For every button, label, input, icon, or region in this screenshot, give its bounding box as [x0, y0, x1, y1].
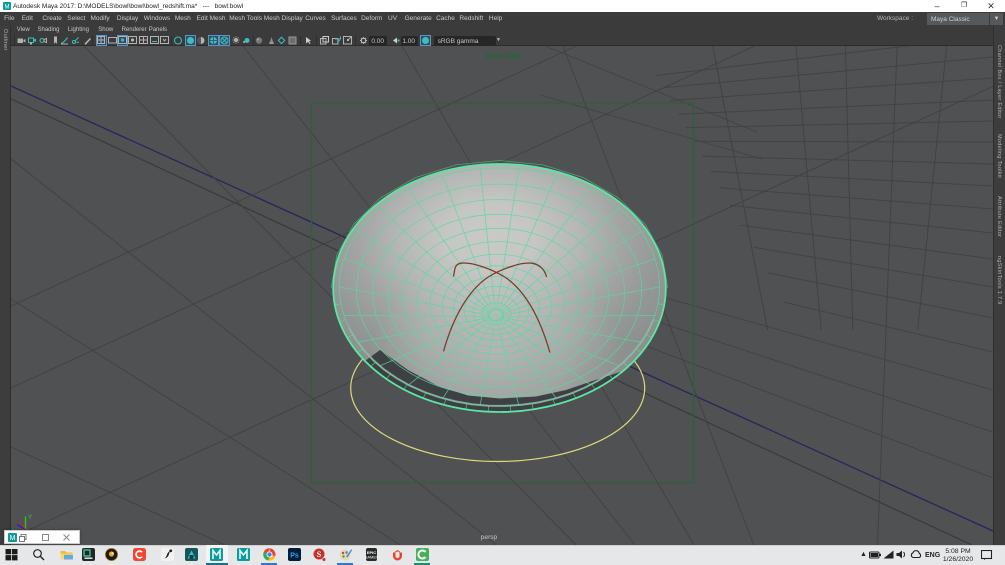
svg-text:Ps: Ps [290, 553, 299, 560]
svg-text:S: S [316, 550, 321, 559]
svg-text:Y: Y [28, 515, 32, 521]
svg-text:GAMES: GAMES [365, 555, 378, 560]
svg-text:persp: persp [481, 534, 498, 541]
svg-text:M: M [5, 5, 10, 11]
svg-text:1024 x 1024: 1024 x 1024 [485, 53, 522, 60]
svg-text:M: M [10, 535, 16, 542]
